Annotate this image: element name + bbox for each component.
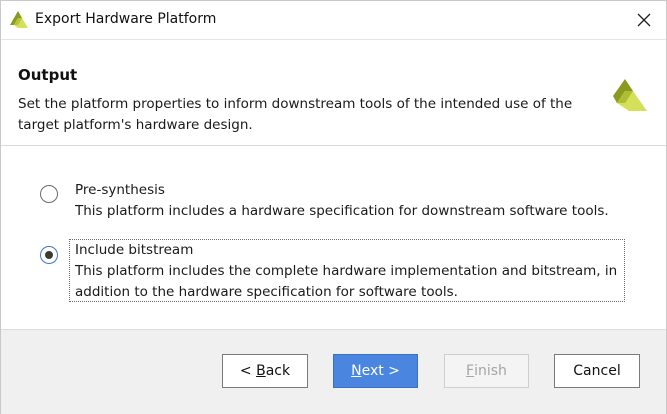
finish-mnemonic: F [466, 363, 475, 379]
option-label: Pre-synthesis [75, 182, 165, 198]
option-description: This platform includes a hardware specif… [75, 203, 609, 219]
cancel-button[interactable]: Cancel [554, 354, 640, 388]
title-bar: Export Hardware Platform [1, 1, 666, 40]
xilinx-logo-icon [10, 11, 28, 28]
window-title: Export Hardware Platform [35, 11, 217, 27]
page-title: Output [18, 66, 78, 84]
option-label: Include bitstream [75, 242, 194, 258]
finish-label-rest: inish [474, 363, 507, 379]
button-bar: < Back Next > Finish Cancel [1, 330, 666, 414]
page-description: Set the platform properties to inform do… [18, 96, 573, 133]
close-icon [637, 13, 651, 27]
export-hardware-platform-dialog: Export Hardware Platform Output Set the … [0, 0, 667, 414]
back-prefix: < [239, 363, 257, 379]
options-panel: Pre-synthesis This platform includes a h… [1, 146, 666, 330]
next-button[interactable]: Next > [333, 354, 418, 388]
pre-synthesis-radio[interactable] [40, 185, 58, 203]
back-mnemonic: B [256, 363, 266, 379]
finish-button[interactable]: Finish [444, 354, 529, 388]
option-description: This platform includes the complete hard… [75, 263, 618, 300]
back-label-rest: ack [265, 363, 291, 379]
next-label-rest: ext > [361, 363, 400, 379]
close-button[interactable] [622, 1, 666, 39]
wizard-header: Output Set the platform properties to in… [1, 40, 666, 146]
xilinx-logo-icon [613, 79, 647, 111]
next-mnemonic: N [351, 363, 362, 379]
back-button[interactable]: < Back [222, 354, 308, 388]
include-bitstream-radio[interactable] [40, 246, 58, 264]
